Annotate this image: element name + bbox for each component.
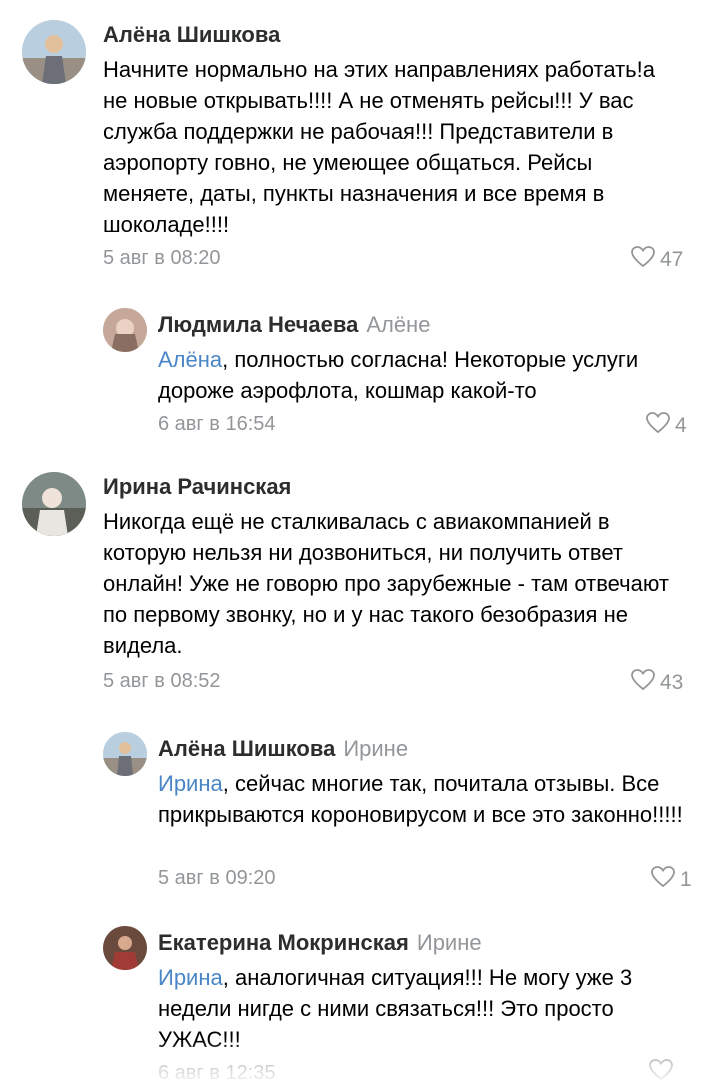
mention-link[interactable]: Ирина — [158, 771, 223, 796]
like-count: 43 — [660, 671, 684, 694]
comment-date[interactable]: 5 авг в 09:20 — [158, 867, 276, 890]
reply-to[interactable]: Ирине — [343, 736, 408, 761]
like-button[interactable]: 47 — [630, 245, 683, 275]
like-count: 1 — [680, 868, 692, 891]
heart-outline-icon — [650, 865, 676, 895]
comment-text: Никогда ещё не сталкивалась с авиакомпан… — [103, 509, 669, 658]
comment-date[interactable]: 6 авг в 12:35 — [158, 1062, 276, 1085]
author-name[interactable]: Алёна Шишкова — [158, 736, 335, 761]
like-button[interactable] — [648, 1058, 678, 1088]
comment-author[interactable]: Алёна Шишкова — [103, 22, 280, 48]
author-name[interactable]: Екатерина Мокринская — [158, 930, 409, 955]
comment-body: , аналогичная ситуация!!! Не могу уже 3 … — [158, 965, 633, 1052]
avatar[interactable] — [103, 732, 147, 776]
comment-text: Ирина, аналогичная ситуация!!! Не могу у… — [158, 962, 688, 1055]
comment-author[interactable]: Алёна Шишкова Ирине — [158, 736, 408, 762]
comment-date[interactable]: 5 авг в 08:20 — [103, 247, 221, 270]
avatar[interactable] — [103, 308, 147, 352]
like-count: 47 — [660, 248, 684, 271]
reply-to[interactable]: Ирине — [417, 930, 482, 955]
like-button[interactable]: 4 — [645, 411, 687, 441]
avatar[interactable] — [22, 20, 86, 84]
like-button[interactable]: 1 — [650, 865, 692, 895]
heart-outline-icon — [648, 1058, 674, 1088]
author-name[interactable]: Людмила Нечаева — [158, 312, 358, 337]
comment-text: Начните нормально на этих направлениях р… — [103, 57, 655, 237]
comment-text: Ирина, сейчас многие так, почитала отзыв… — [158, 768, 688, 830]
like-button[interactable]: 43 — [630, 668, 683, 698]
comment-author[interactable]: Людмила Нечаева Алёне — [158, 312, 430, 338]
comment-body: , сейчас многие так, почитала отзывы. Вс… — [158, 771, 683, 827]
comment-body: , полностью согласна! Некоторые услуги д… — [158, 347, 639, 403]
avatar[interactable] — [22, 472, 86, 536]
like-count: 4 — [675, 414, 687, 437]
comment-author[interactable]: Екатерина Мокринская Ирине — [158, 930, 482, 956]
mention-link[interactable]: Ирина — [158, 965, 223, 990]
comment-author[interactable]: Ирина Рачинская — [103, 474, 291, 500]
reply-to[interactable]: Алёне — [366, 312, 430, 337]
comment-date[interactable]: 5 авг в 08:52 — [103, 670, 221, 693]
avatar[interactable] — [103, 926, 147, 970]
heart-outline-icon — [645, 411, 671, 441]
heart-outline-icon — [630, 245, 656, 275]
mention-link[interactable]: Алёна — [158, 347, 222, 372]
comment-text: Алёна, полностью согласна! Некоторые усл… — [158, 344, 688, 406]
heart-outline-icon — [630, 668, 656, 698]
comment-date[interactable]: 6 авг в 16:54 — [158, 413, 276, 436]
